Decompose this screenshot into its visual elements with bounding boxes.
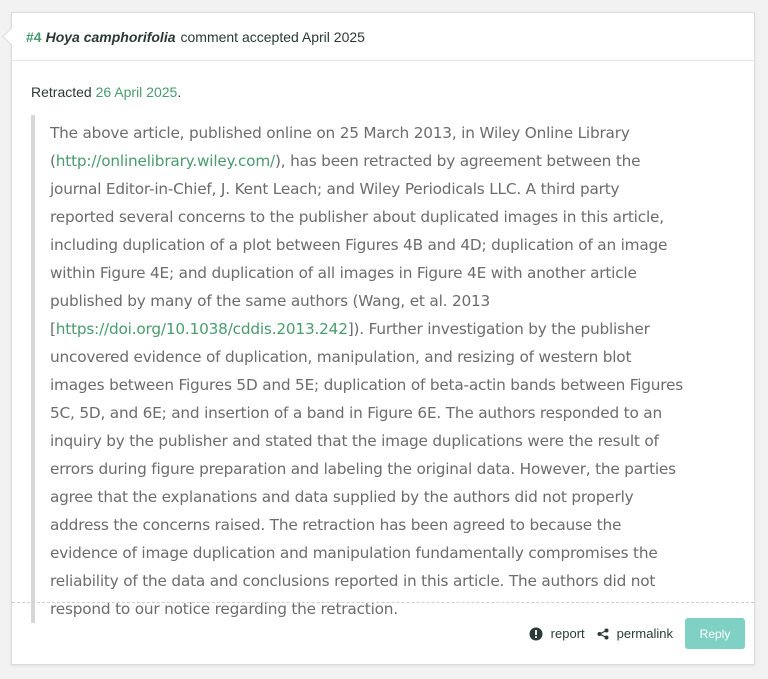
species-name: Hoya camphorifolia (45, 28, 176, 45)
notice-text-3: ]). Further investigation by the publish… (50, 320, 684, 619)
retraction-notice: The above article, published online on 2… (31, 115, 695, 624)
notice-text-2: ), has been retracted by agreement betwe… (50, 152, 668, 339)
comment-body: Retracted 26 April 2025. The above artic… (12, 61, 754, 624)
comment-status: comment accepted April 2025 (180, 28, 365, 45)
comment-header: #4 Hoya camphorifolia comment accepted A… (12, 13, 754, 61)
retracted-label: Retracted (31, 84, 92, 100)
permalink-label: permalink (616, 626, 673, 641)
permalink-link[interactable]: permalink (597, 626, 673, 641)
comment-number[interactable]: #4 (26, 29, 42, 45)
exclamation-circle-icon (529, 627, 543, 641)
retraction-line: Retracted 26 April 2025. (31, 84, 735, 100)
comment-card: #4 Hoya camphorifolia comment accepted A… (11, 12, 755, 665)
share-icon (597, 628, 609, 640)
retraction-period: . (177, 84, 182, 100)
wiley-link[interactable]: http://onlinelibrary.wiley.com/ (56, 152, 275, 170)
reply-button[interactable]: Reply (685, 618, 745, 649)
report-link[interactable]: report (529, 626, 585, 641)
report-label: report (550, 626, 585, 641)
comment-footer: report permalink Reply (12, 602, 754, 664)
retraction-date: 26 April 2025 (95, 84, 178, 100)
doi-link[interactable]: https://doi.org/10.1038/cddis.2013.242 (56, 320, 348, 338)
